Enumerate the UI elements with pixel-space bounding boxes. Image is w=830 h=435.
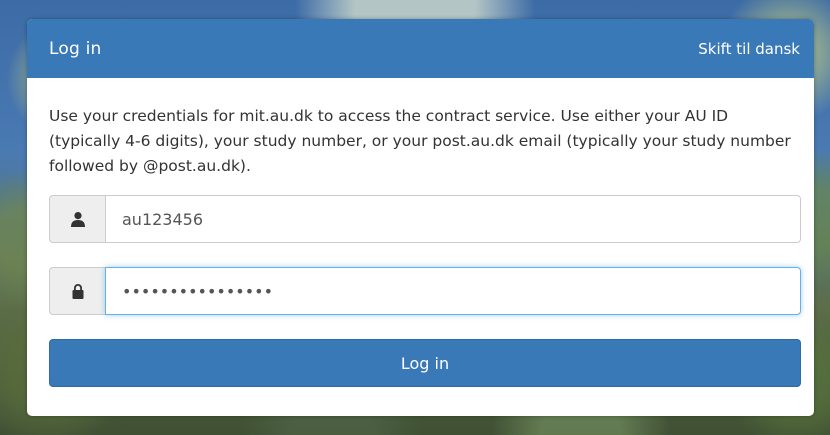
lock-icon	[72, 284, 83, 299]
login-button[interactable]: Log in	[49, 339, 801, 387]
panel-header: Log in Skift til dansk	[27, 19, 814, 78]
username-addon	[49, 195, 105, 243]
password-input-group	[49, 267, 801, 315]
login-panel: Log in Skift til dansk Use your credenti…	[27, 19, 814, 416]
user-icon	[70, 212, 85, 227]
panel-body: Use your credentials for mit.au.dk to ac…	[27, 78, 814, 387]
password-input[interactable]	[105, 267, 801, 315]
panel-title: Log in	[49, 38, 102, 59]
password-addon	[49, 267, 105, 315]
username-input-group	[49, 195, 801, 243]
switch-language-link[interactable]: Skift til dansk	[698, 40, 800, 58]
intro-text: Use your credentials for mit.au.dk to ac…	[49, 107, 791, 175]
username-input[interactable]	[105, 195, 801, 243]
